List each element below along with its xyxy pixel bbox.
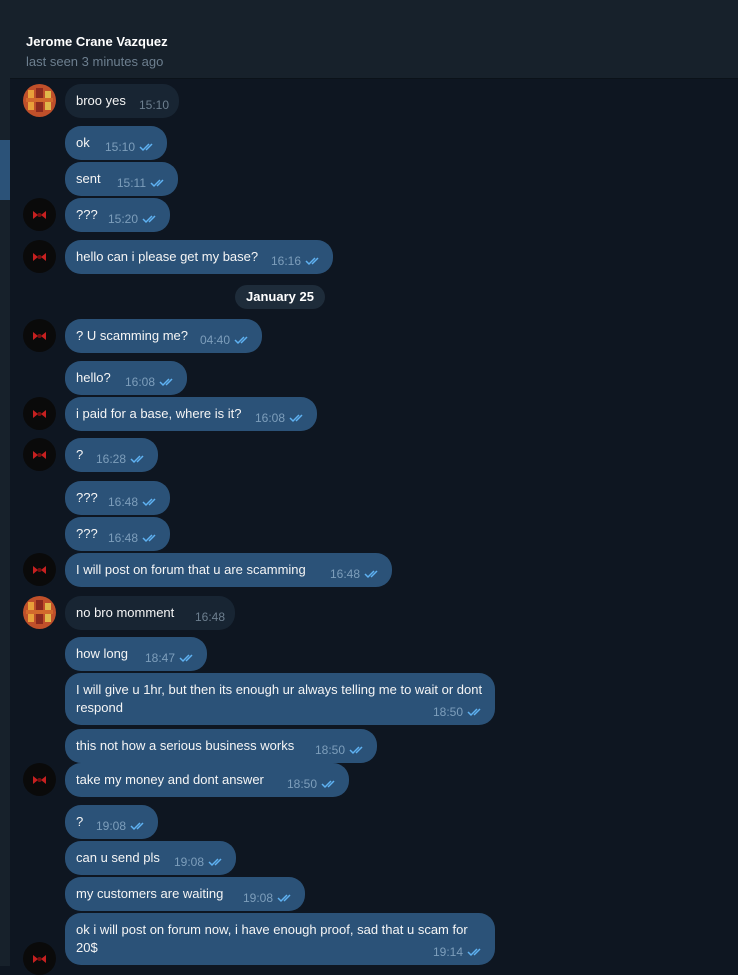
message-text: hello? <box>76 370 111 385</box>
user-avatar[interactable] <box>23 319 56 352</box>
contact-name[interactable]: Jerome Crane Vazquez <box>26 34 168 49</box>
message-bubble-outgoing[interactable]: i paid for a base, where is it? 16:08 <box>65 397 317 431</box>
message-text: ok <box>76 135 90 150</box>
message-bubble-outgoing[interactable]: I will post on forum that u are scamming… <box>65 553 392 587</box>
message-time: 18:50 <box>286 777 317 791</box>
message-time: 18:50 <box>314 743 345 757</box>
message-text: I will give u 1hr, but then its enough u… <box>76 682 483 715</box>
message-bubble-outgoing[interactable]: ??? 16:48 <box>65 481 170 515</box>
read-checkmarks-icon <box>467 708 481 717</box>
message-text: ? <box>76 447 84 462</box>
message-bubble-outgoing[interactable]: ??? 16:48 <box>65 517 170 551</box>
message-time: 16:08 <box>254 411 285 425</box>
read-checkmarks-icon <box>364 570 378 579</box>
user-avatar[interactable] <box>23 763 56 796</box>
message-bubble-outgoing[interactable]: ? 19:08 <box>65 805 158 839</box>
read-checkmarks-icon <box>150 179 164 188</box>
message-text: i paid for a base, where is it? <box>76 406 242 421</box>
message-text: no bro momment <box>76 605 175 620</box>
message-text: sent <box>76 171 101 186</box>
chat-header[interactable]: Jerome Crane Vazquez last seen 3 minutes… <box>10 24 738 79</box>
message-time: 15:10 <box>138 98 169 112</box>
message-bubble-outgoing[interactable]: hello? 16:08 <box>65 361 187 395</box>
user-avatar[interactable] <box>23 198 56 231</box>
read-checkmarks-icon <box>321 780 335 789</box>
read-checkmarks-icon <box>142 215 156 224</box>
date-separator: January 25 <box>235 285 325 309</box>
message-bubble-outgoing[interactable]: ok 15:10 <box>65 126 167 160</box>
read-checkmarks-icon <box>208 858 222 867</box>
read-checkmarks-icon <box>130 455 144 464</box>
read-checkmarks-icon <box>130 822 144 831</box>
message-text: ? U scamming me? <box>76 328 188 343</box>
read-checkmarks-icon <box>142 534 156 543</box>
message-bubble-outgoing[interactable]: this not how a serious business works 18… <box>65 729 377 763</box>
message-time: 15:20 <box>107 212 138 226</box>
message-time: 16:08 <box>124 375 155 389</box>
message-text: ok i will post on forum now, i have enou… <box>76 922 468 955</box>
message-time: 16:28 <box>95 452 126 466</box>
message-bubble-outgoing[interactable]: I will give u 1hr, but then its enough u… <box>65 673 495 725</box>
user-avatar[interactable] <box>23 397 56 430</box>
message-text: hello can i please get my base? <box>76 249 259 264</box>
read-checkmarks-icon <box>305 257 319 266</box>
message-time: 04:40 <box>199 333 230 347</box>
message-bubble-outgoing[interactable]: ? U scamming me? 04:40 <box>65 319 262 353</box>
message-bubble-outgoing[interactable]: take my money and dont answer 18:50 <box>65 763 349 797</box>
window-top-strip <box>0 0 738 25</box>
contact-avatar[interactable] <box>23 84 56 117</box>
message-time: 16:48 <box>194 610 225 624</box>
message-bubble-incoming[interactable]: broo yes 15:10 <box>65 84 179 118</box>
message-text: I will post on forum that u are scamming <box>76 562 306 577</box>
message-bubble-outgoing[interactable]: my customers are waiting 19:08 <box>65 877 305 911</box>
contact-status: last seen 3 minutes ago <box>26 54 164 69</box>
message-text: ??? <box>76 207 98 222</box>
read-checkmarks-icon <box>179 654 193 663</box>
read-checkmarks-icon <box>234 336 248 345</box>
scroll-indicator[interactable] <box>0 140 10 200</box>
message-bubble-outgoing[interactable]: ??? 15:20 <box>65 198 170 232</box>
message-time: 16:48 <box>107 531 138 545</box>
read-checkmarks-icon <box>349 746 363 755</box>
read-checkmarks-icon <box>139 143 153 152</box>
message-text: ? <box>76 814 84 829</box>
message-bubble-outgoing[interactable]: ok i will post on forum now, i have enou… <box>65 913 495 965</box>
message-text: broo yes <box>76 93 126 108</box>
read-checkmarks-icon <box>142 498 156 507</box>
read-checkmarks-icon <box>159 378 173 387</box>
message-time: 19:14 <box>432 945 463 959</box>
message-time: 16:48 <box>107 495 138 509</box>
user-avatar[interactable] <box>23 942 56 975</box>
read-checkmarks-icon <box>289 414 303 423</box>
message-bubble-outgoing[interactable]: can u send pls 19:08 <box>65 841 236 875</box>
message-text: my customers are waiting <box>76 886 224 901</box>
user-avatar[interactable] <box>23 240 56 273</box>
read-checkmarks-icon <box>467 948 481 957</box>
message-time: 15:10 <box>104 140 135 154</box>
message-time: 16:16 <box>270 254 301 268</box>
message-bubble-incoming[interactable]: no bro momment 16:48 <box>65 596 235 630</box>
read-checkmarks-icon <box>277 894 291 903</box>
message-time: 16:48 <box>329 567 360 581</box>
message-time: 19:08 <box>242 891 273 905</box>
message-time: 19:08 <box>95 819 126 833</box>
message-text: ??? <box>76 526 98 541</box>
message-bubble-outgoing[interactable]: how long 18:47 <box>65 637 207 671</box>
message-time: 18:47 <box>144 651 175 665</box>
message-time: 18:50 <box>432 705 463 719</box>
user-avatar[interactable] <box>23 553 56 586</box>
message-text: how long <box>76 646 129 661</box>
message-bubble-outgoing[interactable]: hello can i please get my base? 16:16 <box>65 240 333 274</box>
message-text: ??? <box>76 490 98 505</box>
user-avatar[interactable] <box>23 438 56 471</box>
message-time: 19:08 <box>173 855 204 869</box>
message-text: can u send pls <box>76 850 160 865</box>
message-text: take my money and dont answer <box>76 772 264 787</box>
message-bubble-outgoing[interactable]: ? 16:28 <box>65 438 158 472</box>
message-text: this not how a serious business works <box>76 738 295 753</box>
message-bubble-outgoing[interactable]: sent 15:11 <box>65 162 178 196</box>
contact-avatar[interactable] <box>23 596 56 629</box>
message-time: 15:11 <box>116 176 146 190</box>
